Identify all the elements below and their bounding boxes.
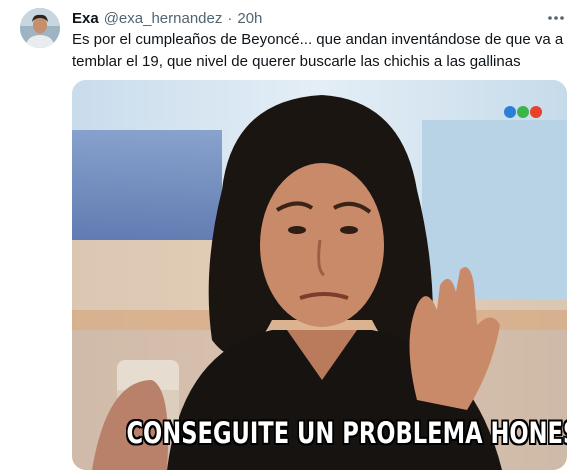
avatar[interactable] bbox=[20, 8, 60, 48]
three-colored-dots-logo bbox=[504, 106, 542, 118]
timestamp[interactable]: 20h bbox=[237, 10, 262, 27]
tweet[interactable]: Exa @exa_hernandez · 20h Es por el cumpl… bbox=[0, 0, 585, 472]
author-name[interactable]: Exa bbox=[72, 10, 99, 27]
tweet-text: Es por el cumpleaños de Beyoncé... que a… bbox=[72, 31, 564, 70]
separator: · bbox=[227, 9, 233, 27]
meme-image bbox=[72, 80, 567, 470]
tweet-header: Exa @exa_hernandez · 20h bbox=[72, 8, 573, 28]
author-handle[interactable]: @exa_hernandez bbox=[104, 10, 223, 27]
more-dots-icon bbox=[548, 16, 564, 20]
tweet-media-image[interactable]: CONSEGUITE UN PROBLEMA HONESTO bbox=[72, 80, 567, 470]
more-options-button[interactable] bbox=[543, 8, 569, 28]
meme-caption: CONSEGUITE UN PROBLEMA HONESTO bbox=[126, 416, 567, 450]
